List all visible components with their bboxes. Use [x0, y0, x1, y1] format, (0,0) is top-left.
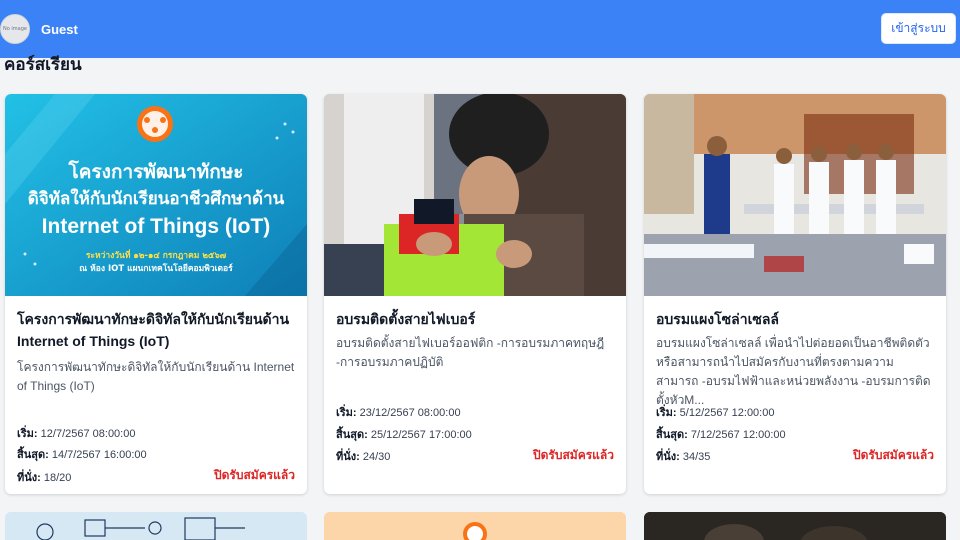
start-value: 12/7/2567 08:00:00 — [40, 428, 136, 440]
avatar-text: No image — [3, 26, 27, 32]
course-card[interactable]: อบรมแผงโซล่าเซลล์ อบรมแผงโซล่าเซลล์ เพื่… — [644, 94, 946, 494]
course-image-partial — [5, 512, 307, 540]
course-body: อบรมติดตั้งสายไฟเบอร์ อบรมติดตั้งสายไฟเบ… — [324, 296, 626, 494]
course-title[interactable]: โครงการพัฒนาทักษะดิจิทัลให้กับนักเรียนด้… — [17, 308, 295, 352]
status-badge: ปิดรับสมัครแล้ว — [213, 468, 295, 482]
course-card-partial[interactable] — [324, 512, 626, 540]
course-seats: ที่นั่ง: 34/35 — [656, 447, 710, 465]
course-start: เริ่ม: 5/12/2567 12:00:00 — [656, 403, 774, 421]
avatar-container: No image — [0, 9, 30, 49]
iot-banner-image: โครงการพัฒนาทักษะ ดิจิทัลให้กับนักเรียนอ… — [5, 94, 307, 296]
end-label: สิ้นสุด: — [17, 449, 49, 461]
banner-line1: โครงการพัฒนาทักษะ — [68, 160, 244, 183]
seats-label: ที่นั่ง: — [17, 472, 41, 484]
start-label: เริ่ม: — [336, 407, 357, 419]
seats-label: ที่นั่ง: — [656, 451, 680, 463]
avatar[interactable]: No image — [0, 14, 30, 44]
course-seats: ที่นั่ง: 18/20 — [17, 468, 71, 486]
status-badge: ปิดรับสมัครแล้ว — [532, 448, 614, 462]
end-value: 7/12/2567 12:00:00 — [690, 429, 786, 441]
course-end: สิ้นสุด: 25/12/2567 17:00:00 — [336, 425, 472, 443]
status-badge: ปิดรับสมัครแล้ว — [852, 448, 934, 462]
course-image-partial — [644, 512, 946, 540]
course-image-partial — [324, 512, 626, 540]
seats-value: 34/35 — [682, 451, 711, 463]
end-value: 25/12/2567 17:00:00 — [370, 429, 472, 441]
start-label: เริ่ม: — [656, 407, 677, 419]
banner-line2: ดิจิทัลให้กับนักเรียนอาชีวศึกษาด้าน — [28, 188, 285, 209]
course-title[interactable]: อบรมแผงโซล่าเซลล์ — [656, 308, 934, 330]
course-seats: ที่นั่ง: 24/30 — [336, 447, 390, 465]
course-image[interactable] — [324, 94, 626, 296]
user-name: Guest — [41, 21, 78, 37]
end-label: สิ้นสุด: — [336, 429, 368, 441]
section-title: คอร์สเรียน — [4, 55, 82, 70]
seats-value: 18/20 — [43, 472, 72, 484]
fiber-training-photo — [324, 94, 626, 296]
start-label: เริ่ม: — [17, 428, 38, 440]
course-card[interactable]: อบรมติดตั้งสายไฟเบอร์ อบรมติดตั้งสายไฟเบ… — [324, 94, 626, 494]
start-value: 23/12/2567 08:00:00 — [359, 407, 461, 419]
course-card-partial[interactable] — [5, 512, 307, 540]
course-body: โครงการพัฒนาทักษะดิจิทัลให้กับนักเรียนด้… — [5, 296, 307, 494]
start-value: 5/12/2567 12:00:00 — [679, 407, 775, 419]
seats-label: ที่นั่ง: — [336, 451, 360, 463]
banner-line5: ณ ห้อง IOT แผนกเทคโนโลยีคอมพิวเตอร์ — [79, 263, 233, 274]
end-value: 14/7/2567 16:00:00 — [51, 449, 147, 461]
course-card-partial[interactable] — [644, 512, 946, 540]
course-end: สิ้นสุด: 14/7/2567 16:00:00 — [17, 445, 147, 463]
course-description: โครงการพัฒนาทักษะดิจิทัลให้กับนักเรียนด้… — [17, 360, 295, 393]
course-body: อบรมแผงโซล่าเซลล์ อบรมแผงโซล่าเซลล์ เพื่… — [644, 296, 946, 494]
end-label: สิ้นสุด: — [656, 429, 688, 441]
solar-training-photo — [644, 94, 946, 296]
login-button[interactable]: เข้าสู่ระบบ — [881, 13, 956, 44]
course-title[interactable]: อบรมติดตั้งสายไฟเบอร์ — [336, 308, 614, 330]
seats-value: 24/30 — [362, 451, 391, 463]
banner-line3: Internet of Things (IoT) — [42, 215, 271, 238]
top-header: No image Guest เข้าสู่ระบบ — [0, 0, 960, 58]
course-card[interactable]: โครงการพัฒนาทักษะ ดิจิทัลให้กับนักเรียนอ… — [5, 94, 307, 494]
course-image[interactable]: โครงการพัฒนาทักษะ ดิจิทัลให้กับนักเรียนอ… — [5, 94, 307, 296]
course-description: อบรมติดตั้งสายไฟเบอร์ออฟติก -การอบรมภาคท… — [336, 336, 605, 369]
course-description: อบรมแผงโซล่าเซลล์ เพื่อนำไปต่อยอดเป็นอาช… — [656, 336, 931, 407]
course-start: เริ่ม: 12/7/2567 08:00:00 — [17, 424, 135, 442]
course-image[interactable] — [644, 94, 946, 296]
course-end: สิ้นสุด: 7/12/2567 12:00:00 — [656, 425, 786, 443]
course-grid-next-row — [0, 512, 960, 540]
course-start: เริ่ม: 23/12/2567 08:00:00 — [336, 403, 461, 421]
